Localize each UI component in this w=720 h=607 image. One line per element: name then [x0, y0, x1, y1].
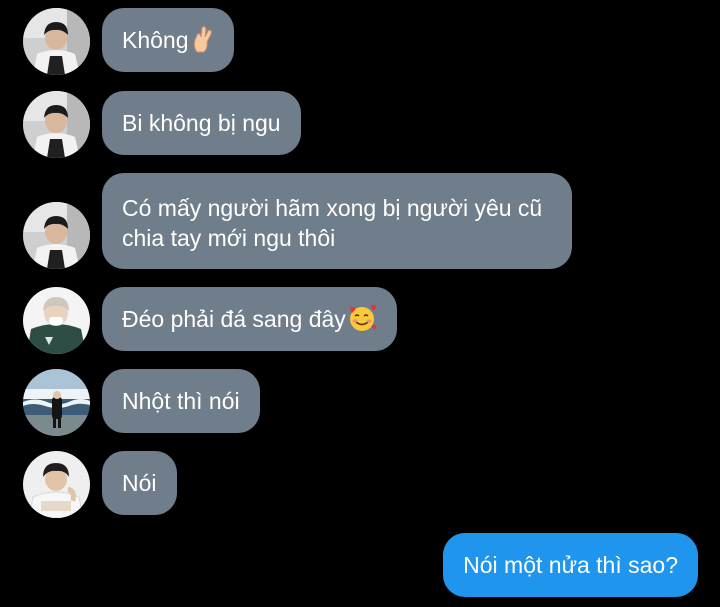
avatar[interactable]	[23, 451, 90, 518]
message-bubble-outgoing[interactable]: Nói một nửa thì sao?	[443, 533, 698, 597]
avatar[interactable]	[23, 287, 90, 354]
message-bubble[interactable]: Nhột thì nói	[102, 369, 260, 433]
avatar[interactable]	[23, 8, 90, 75]
message-text: Đéo phải đá sang đây	[122, 306, 346, 332]
message-text: Nói một nửa thì sao?	[463, 552, 678, 578]
message-text: Nhột thì nói	[122, 388, 240, 414]
message-bubble[interactable]: Đéo phải đá sang đây	[102, 287, 397, 351]
message-bubble[interactable]: Có mấy người hãm xong bị người yêu cũ ch…	[102, 173, 572, 269]
message-text: Không	[122, 27, 189, 53]
avatar[interactable]	[23, 202, 90, 269]
message-bubble[interactable]: Nói	[102, 451, 177, 515]
message-text: Nói	[122, 470, 157, 496]
avatar[interactable]	[23, 91, 90, 158]
message-text: Có mấy người hãm xong bị người yêu cũ ch…	[122, 195, 543, 251]
smiling-face-with-hearts-emoji	[347, 304, 377, 339]
message-text: Bi không bị ngu	[122, 110, 281, 136]
crossed-fingers-emoji	[190, 25, 214, 60]
avatar[interactable]	[23, 369, 90, 436]
message-bubble[interactable]: Bi không bị ngu	[102, 91, 301, 155]
message-bubble[interactable]: Không	[102, 8, 234, 72]
